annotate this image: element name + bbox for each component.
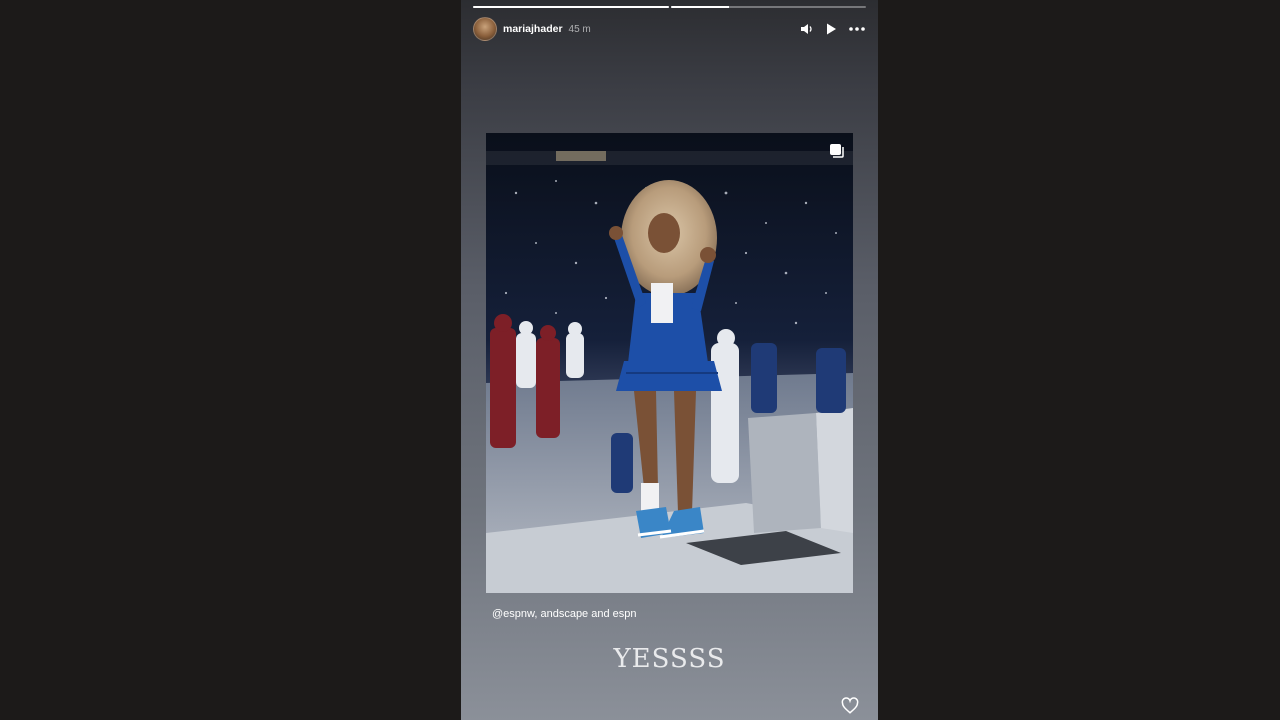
progress-segment-1 xyxy=(473,6,669,8)
more-options-icon[interactable] xyxy=(848,22,866,36)
username[interactable]: mariajhader xyxy=(503,23,563,35)
story-header: mariajhader 45 m xyxy=(473,17,866,41)
avatar[interactable] xyxy=(473,17,497,41)
story-controls xyxy=(800,22,866,36)
story-text-caption: YESSSS xyxy=(613,644,726,674)
post-credit[interactable]: @espnw, andscape and espn xyxy=(492,608,637,620)
story-progress-bar xyxy=(473,6,866,8)
heart-icon[interactable] xyxy=(841,697,859,715)
performance-image xyxy=(486,133,853,593)
timestamp: 45 m xyxy=(568,23,591,35)
progress-fill-2 xyxy=(670,6,730,8)
carousel-icon xyxy=(829,143,845,159)
story-viewer[interactable]: mariajhader 45 m @espnw, andscape and es… xyxy=(461,0,878,720)
progress-fill-1 xyxy=(473,6,669,8)
shared-post-media[interactable] xyxy=(486,133,853,593)
progress-segment-2 xyxy=(670,6,866,8)
speaker-icon[interactable] xyxy=(800,22,814,36)
play-icon[interactable] xyxy=(824,22,838,36)
